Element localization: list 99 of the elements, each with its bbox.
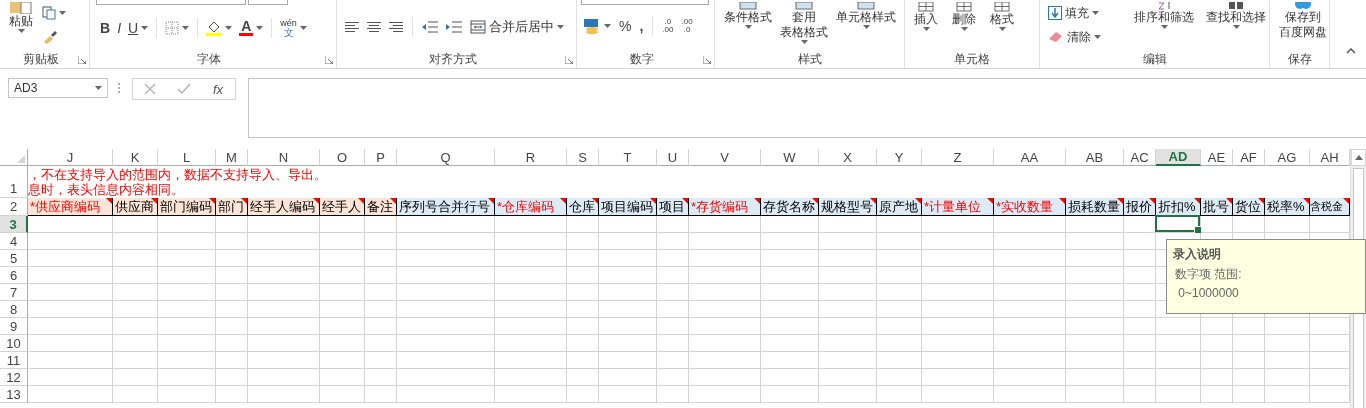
field-header-cell: 规格型号 bbox=[819, 198, 877, 216]
font-color-button[interactable]: A bbox=[237, 17, 266, 39]
field-header-cell: 货位 bbox=[1233, 198, 1265, 216]
phonetic-button[interactable]: wén 文 bbox=[278, 17, 309, 39]
note-text: ，不在支持导入的范围内，数据不支持导入、导出。 bbox=[28, 167, 328, 182]
field-header-cell: 部门 bbox=[216, 198, 248, 216]
field-header-cell: 部门编码 bbox=[158, 198, 216, 216]
format-button[interactable]: 格式 bbox=[987, 2, 1017, 31]
sort-filter-button[interactable]: 排序和筛选 bbox=[1131, 2, 1197, 29]
increase-decimal-button[interactable]: .0 .00 bbox=[660, 15, 676, 37]
italic-button[interactable]: I bbox=[115, 17, 123, 39]
name-box[interactable]: AD3 bbox=[8, 78, 108, 98]
field-header-cell: 折扣% bbox=[1156, 198, 1201, 216]
field-header-cell: 项目编码 bbox=[599, 198, 657, 216]
column-header[interactable]: O bbox=[320, 149, 365, 166]
row-header[interactable]: 4 bbox=[0, 233, 28, 250]
column-header[interactable]: W bbox=[761, 149, 819, 166]
column-header[interactable]: N bbox=[248, 149, 320, 166]
decrease-decimal-button[interactable]: .00 .0 bbox=[679, 15, 695, 37]
field-header-cell: 项目 bbox=[657, 198, 689, 216]
field-header-cell: 税率% bbox=[1265, 198, 1310, 216]
tooltip-title: 录入说明 bbox=[1173, 246, 1222, 263]
row-header[interactable]: 9 bbox=[0, 318, 28, 335]
column-header[interactable]: K bbox=[113, 149, 158, 166]
tooltip-text: 数字项 范围: bbox=[1174, 266, 1243, 283]
field-header-cell: 仓库 bbox=[567, 198, 599, 216]
field-header-cell: 经手人 bbox=[320, 198, 365, 216]
paste-button[interactable]: 粘贴 bbox=[6, 2, 36, 33]
conditional-format-button[interactable]: 条件格式 bbox=[721, 2, 775, 29]
field-header-cell: 报价 bbox=[1124, 198, 1156, 216]
group-label: 对齐方式 bbox=[427, 51, 478, 68]
column-header[interactable]: L bbox=[158, 149, 216, 166]
field-header-cell: *实收数量 bbox=[994, 198, 1066, 216]
row-header[interactable]: 1 bbox=[0, 166, 28, 198]
column-header[interactable]: M bbox=[216, 149, 248, 166]
column-header[interactable]: AA bbox=[994, 149, 1066, 166]
field-header-cell: 供应商 bbox=[113, 198, 158, 216]
column-header[interactable]: Y bbox=[877, 149, 922, 166]
field-header-cell: *仓库编码 bbox=[495, 198, 567, 216]
field-header-cell: *供应商编码 bbox=[28, 198, 113, 216]
delete-button[interactable]: 删除 bbox=[949, 2, 979, 31]
group-label: 编辑 bbox=[1141, 51, 1168, 68]
column-header[interactable]: U bbox=[657, 149, 689, 166]
tooltip-text: 0~1000000 bbox=[1177, 286, 1240, 300]
underline-button[interactable]: U bbox=[126, 17, 151, 39]
field-header-cell: 备注 bbox=[365, 198, 397, 216]
column-header[interactable]: V bbox=[689, 149, 761, 166]
column-header[interactable]: Q bbox=[397, 149, 495, 166]
row-header[interactable]: 10 bbox=[0, 335, 28, 352]
merge-center-button[interactable]: 合并后居中 bbox=[468, 16, 566, 38]
column-header[interactable]: AD bbox=[1156, 149, 1201, 166]
table-format-button[interactable]: 套用 表格格式 bbox=[777, 2, 831, 44]
column-header[interactable]: AH bbox=[1310, 149, 1350, 166]
column-header[interactable]: AC bbox=[1124, 149, 1156, 166]
row-header[interactable]: 13 bbox=[0, 386, 28, 403]
column-header[interactable]: Z bbox=[922, 149, 994, 166]
row-header[interactable]: 2 bbox=[0, 198, 28, 216]
cell-styles-button[interactable]: 单元格样式 bbox=[833, 2, 899, 29]
column-header[interactable]: AE bbox=[1201, 149, 1233, 166]
fill-button[interactable]: 填充 bbox=[1046, 2, 1103, 24]
column-header[interactable]: AF bbox=[1233, 149, 1265, 166]
field-header-cell: 经手人编码 bbox=[248, 198, 320, 216]
column-header[interactable]: S bbox=[567, 149, 599, 166]
column-header[interactable]: AG bbox=[1265, 149, 1310, 166]
group-label: 剪贴板 bbox=[21, 51, 60, 68]
row-header[interactable]: 5 bbox=[0, 250, 28, 267]
bold-button[interactable]: B bbox=[98, 17, 113, 39]
clear-button[interactable]: 清除 bbox=[1046, 26, 1103, 48]
field-header-cell: 序列号合并行号 bbox=[397, 198, 495, 216]
column-header[interactable]: R bbox=[495, 149, 567, 166]
field-header-cell: *计量单位 bbox=[922, 198, 994, 216]
field-header-cell: 含税金 bbox=[1310, 198, 1350, 216]
field-header-cell: 原产地 bbox=[877, 198, 922, 216]
note-text: 息时，表头信息内容相同。 bbox=[28, 182, 185, 197]
save-cloud-button[interactable]: 保存到 百度网盘 bbox=[1276, 2, 1330, 40]
row-header[interactable]: 12 bbox=[0, 369, 28, 386]
column-header[interactable]: J bbox=[28, 149, 113, 166]
find-select-button[interactable]: 查找和选择 bbox=[1203, 2, 1269, 29]
row-header[interactable]: 8 bbox=[0, 301, 28, 318]
field-header-cell: 损耗数量 bbox=[1066, 198, 1124, 216]
group-label: 字体 bbox=[196, 51, 222, 68]
field-header-cell: *存货编码 bbox=[689, 198, 761, 216]
percent-button[interactable]: % bbox=[617, 15, 634, 37]
comma-button[interactable]: , bbox=[637, 15, 646, 37]
group-label: 保存 bbox=[1286, 51, 1313, 68]
insert-button[interactable]: 插入 bbox=[911, 2, 941, 31]
row-header[interactable]: 11 bbox=[0, 352, 28, 369]
row-header[interactable]: 3 bbox=[0, 216, 28, 233]
column-header[interactable]: AB bbox=[1066, 149, 1124, 166]
column-header[interactable]: X bbox=[819, 149, 877, 166]
column-header[interactable]: P bbox=[365, 149, 397, 166]
group-label: 样式 bbox=[796, 51, 823, 68]
row-header[interactable]: 6 bbox=[0, 267, 28, 284]
column-header[interactable]: T bbox=[599, 149, 657, 166]
group-label: 单元格 bbox=[953, 51, 991, 68]
field-header-cell: 批号 bbox=[1201, 198, 1233, 216]
row-header[interactable]: 7 bbox=[0, 284, 28, 301]
field-header-cell: 存货名称 bbox=[761, 198, 819, 216]
group-label: 数字 bbox=[628, 51, 655, 68]
